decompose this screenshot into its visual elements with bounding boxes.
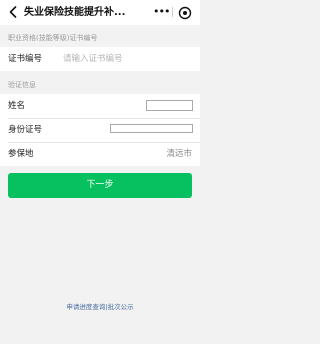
certificate-row[interactable]: 证书编号 请输入证书编号 — [0, 47, 200, 71]
id-row: 身份证号 — [0, 118, 200, 142]
certificate-label: 证书编号 — [8, 54, 43, 64]
more-dots-icon[interactable]: ••• — [153, 5, 170, 19]
insured-place-value[interactable]: 清远市 — [166, 142, 192, 166]
identity-group: 姓名 身份证号 参保地 清远市 — [0, 94, 200, 166]
nav-bar: 失业保险技能提升补... ••• — [0, 0, 200, 25]
name-row: 姓名 — [0, 94, 200, 118]
name-input[interactable] — [146, 100, 193, 111]
certificate-input[interactable]: 请输入证书编号 — [63, 47, 123, 71]
certificate-section-title: 职业资格(技能等级)证书编号 — [8, 34, 98, 42]
target-icon[interactable] — [178, 5, 192, 20]
identity-section-title: 验证信息 — [8, 81, 36, 89]
progress-query-link[interactable]: 申请进度查询|批次公示 — [0, 301, 200, 313]
page-title: 失业保险技能提升补... — [24, 7, 126, 18]
id-number-input[interactable] — [110, 124, 193, 133]
name-label: 姓名 — [8, 101, 26, 111]
back-icon[interactable] — [6, 5, 20, 19]
certificate-group: 证书编号 请输入证书编号 — [0, 47, 200, 71]
id-number-label: 身份证号 — [8, 125, 43, 135]
insured-place-row[interactable]: 参保地 清远市 — [0, 142, 200, 166]
next-button[interactable]: 下一步 — [8, 173, 192, 198]
capsule-divider — [172, 7, 173, 17]
insured-place-label: 参保地 — [8, 149, 34, 159]
